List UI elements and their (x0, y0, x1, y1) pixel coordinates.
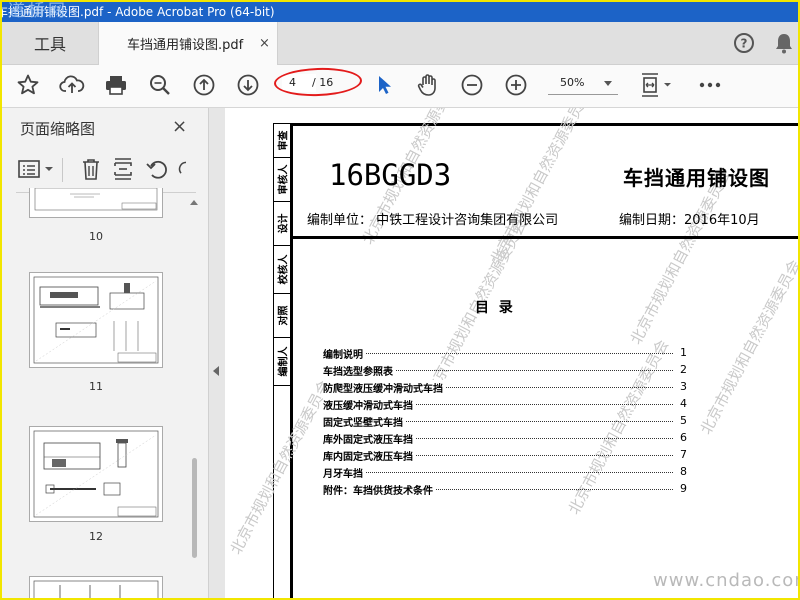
signature-cell: 设计 (273, 201, 291, 246)
tab-close-button[interactable]: × (259, 36, 270, 51)
zoom-value: 50% (560, 76, 585, 89)
thumbnail-page[interactable] (29, 187, 163, 218)
undo-icon[interactable] (144, 156, 170, 182)
arrow-up-icon[interactable] (190, 71, 218, 99)
signature-cell: 审核人 (273, 157, 291, 202)
arrow-down-icon[interactable] (234, 71, 262, 99)
toc-row[interactable]: 车挡选型参照表 2 (323, 363, 687, 380)
hand-icon[interactable] (414, 71, 442, 99)
thumbnail-page[interactable] (29, 272, 163, 368)
toolbar-divider (62, 158, 63, 182)
toc-row[interactable]: 编制说明 1 (323, 346, 687, 363)
tab-document-label: 车挡通用铺设图.pdf (127, 38, 244, 53)
toc-row[interactable]: 附件：车挡供货技术条件 9 (323, 482, 687, 499)
editing-unit: 编制单位： 中铁工程设计咨询集团有限公司 (307, 213, 559, 228)
thumbnail-page[interactable] (29, 426, 163, 522)
fit-page-icon[interactable] (638, 71, 674, 99)
thumbnail-page-number: 11 (89, 380, 103, 393)
collapse-arrow-icon[interactable] (213, 366, 219, 376)
panel-close-button[interactable]: × (172, 116, 187, 137)
site-logo-watermark: 道桥网 (8, 2, 68, 21)
thumbnail-page[interactable] (29, 576, 163, 598)
signature-cell: 编制人 (273, 337, 291, 386)
editing-date: 编制日期：2016年10月 (619, 213, 760, 228)
zoom-select[interactable]: 50% (548, 74, 618, 95)
tab-bar: 工具 车挡通用铺设图.pdf × ? (2, 22, 798, 65)
zoom-in-icon[interactable] (502, 71, 530, 99)
panel-title: 页面缩略图 (20, 120, 96, 138)
drawing-code: 16BGGD3 (329, 158, 452, 192)
chevron-down-icon (604, 81, 612, 86)
scrollbar-thumb[interactable] (192, 458, 197, 558)
thumbnail-panel: 页面缩略图 × 10 11 12 (2, 108, 209, 598)
svg-text:?: ? (741, 37, 748, 51)
delete-icon[interactable] (78, 156, 104, 182)
toc-row[interactable]: 月牙车挡 8 (323, 465, 687, 482)
toc-row[interactable]: 固定式坚壁式车挡 5 (323, 414, 687, 431)
document-view[interactable]: 审查 审核人 设计 校核人 对照 编制人 北京市规划和自然资源委员会 北京市规划… (225, 108, 798, 598)
redo-icon[interactable] (176, 156, 196, 182)
notification-bell-icon[interactable] (772, 31, 796, 55)
zoom-search-icon[interactable] (146, 71, 174, 99)
thumbnail-page-number: 10 (89, 230, 103, 243)
title-bar: 车挡通用铺设图.pdf - Adobe Acrobat Pro (64-bit)… (2, 2, 798, 22)
toc-row[interactable]: 液压缓冲滑动式车挡 4 (323, 397, 687, 414)
signature-cell: 校核人 (273, 245, 291, 294)
page-options-icon[interactable] (16, 156, 56, 182)
signature-cell: 审查 (273, 123, 291, 158)
panel-splitter[interactable] (209, 108, 225, 598)
zoom-out-icon[interactable] (458, 71, 486, 99)
thumbnail-page-number: 12 (89, 530, 103, 543)
panel-toolbar (2, 148, 208, 192)
toc-row[interactable]: 库外固定式液压车挡 6 (323, 431, 687, 448)
site-watermark: www.cndao.com (653, 570, 798, 591)
star-icon[interactable] (14, 71, 42, 99)
insert-page-icon[interactable] (110, 156, 136, 182)
header-divider (290, 236, 798, 239)
cloud-upload-icon[interactable] (58, 71, 86, 99)
print-icon[interactable] (102, 71, 130, 99)
toc-row[interactable]: 防爬型液压缓冲滑动式车挡 3 (323, 380, 687, 397)
more-icon[interactable] (696, 71, 724, 99)
tab-tools[interactable]: 工具 (2, 22, 98, 64)
tab-document[interactable]: 车挡通用铺设图.pdf × (98, 22, 278, 65)
toc-row[interactable]: 库内固定式液压车挡 7 (323, 448, 687, 465)
toc-heading: 目 录 (475, 300, 513, 316)
signature-cell: 对照 (273, 293, 291, 338)
app-window: 车挡通用铺设图.pdf - Adobe Acrobat Pro (64-bit)… (0, 0, 800, 600)
select-cursor-icon[interactable] (370, 71, 398, 99)
drawing-title: 车挡通用铺设图 (623, 166, 770, 190)
help-icon[interactable]: ? (732, 31, 756, 55)
